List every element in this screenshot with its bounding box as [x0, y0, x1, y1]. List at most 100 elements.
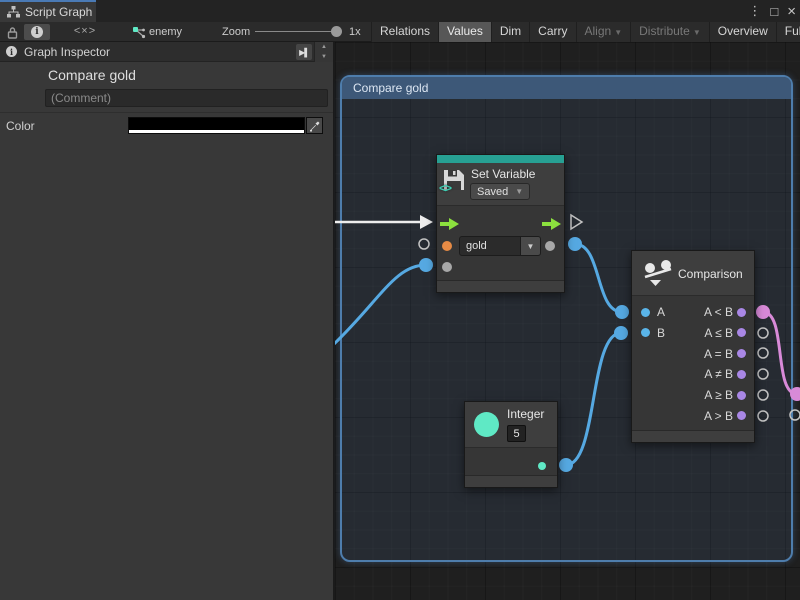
comparison-row: A A < B — [632, 302, 754, 323]
graph-toolbar: i <×> enemy Zoom 1x Relations Values Dim… — [0, 22, 800, 42]
node-header[interactable]: Comparison — [632, 251, 754, 296]
title-bar: Script Graph ⋮ □ × — [0, 0, 800, 22]
output-port-a-greatereq-b[interactable] — [737, 391, 746, 400]
zoom-slider-knob[interactable] — [331, 26, 342, 37]
chevron-down-icon: ▼ — [614, 28, 622, 37]
comment-input[interactable] — [45, 89, 328, 107]
node-footer — [465, 475, 557, 487]
scroll-up-icon: ▲ — [315, 42, 333, 52]
comparison-row: A ≥ B — [632, 385, 754, 406]
info-icon: i — [6, 46, 17, 57]
group-header[interactable]: Compare gold — [342, 77, 791, 99]
variable-scope-dropdown[interactable]: Saved ▼ — [470, 183, 530, 200]
overview-button[interactable]: Overview — [709, 22, 776, 42]
graph-path-icon — [132, 26, 146, 39]
node-header[interactable]: Integer 5 — [465, 402, 557, 448]
graph-path-breadcrumb[interactable]: enemy — [149, 26, 182, 38]
color-swatch[interactable] — [128, 117, 305, 134]
node-integer-literal[interactable]: Integer 5 — [464, 401, 558, 488]
eyedropper-button[interactable] — [306, 117, 323, 134]
output-port-a-neq-b[interactable] — [737, 370, 746, 379]
chevron-down-icon: ▼ — [515, 187, 523, 196]
tab-script-graph[interactable]: Script Graph — [0, 0, 96, 22]
comparison-row: A ≠ B — [632, 364, 754, 385]
fullscreen-button[interactable]: Full Screen — [776, 22, 800, 42]
alpha-bar — [129, 130, 304, 133]
variable-name-port[interactable] — [442, 241, 452, 251]
input-label: B — [657, 326, 665, 340]
node-title: Set Variable — [471, 167, 535, 181]
node-title: Integer — [507, 407, 544, 421]
node-body: gold ▼ — [437, 205, 564, 282]
graph-title: Compare gold — [48, 67, 136, 83]
zoom-value: 1x — [349, 26, 361, 38]
panel-scroll-spinner[interactable]: ▲ ▼ — [314, 42, 333, 62]
output-port-a-eq-b[interactable] — [737, 349, 746, 358]
variable-code-icon: <> — [439, 181, 451, 195]
node-set-variable[interactable]: <> Set Variable Saved ▼ gold ▼ — [436, 154, 565, 293]
align-dropdown-button[interactable]: Align▼ — [576, 22, 631, 42]
output-label: A ≥ B — [704, 388, 733, 402]
dock-panel-icon[interactable]: ▶▌ — [296, 44, 312, 60]
output-label: A ≠ B — [704, 367, 733, 381]
inspector-header: i Graph Inspector ▶▌ ▲ ▼ — [0, 42, 333, 62]
integer-value-input[interactable]: 5 — [507, 425, 526, 442]
node-comparison[interactable]: Comparison A A < B B A ≤ B A = B — [631, 250, 755, 443]
output-port-a-less-b[interactable] — [737, 308, 746, 317]
inspector-title: Graph Inspector — [24, 45, 110, 59]
chevron-down-icon: ▼ — [693, 28, 701, 37]
comparison-row: A = B — [632, 344, 754, 365]
window-controls: ⋮ □ × — [748, 0, 796, 22]
node-accent-bar — [437, 155, 564, 163]
comparison-scale-icon — [644, 260, 673, 287]
output-label: A > B — [704, 409, 733, 423]
close-icon[interactable]: × — [787, 3, 796, 20]
distribute-dropdown-button[interactable]: Distribute▼ — [630, 22, 709, 42]
maximize-icon[interactable]: □ — [770, 4, 778, 19]
input-port-b[interactable] — [641, 328, 650, 337]
toolbar-buttons: Relations Values Dim Carry Align▼ Distri… — [371, 22, 800, 42]
output-port-a-greater-b[interactable] — [737, 411, 746, 420]
node-title: Comparison — [678, 267, 743, 281]
eyedropper-icon — [309, 120, 321, 132]
lock-icon[interactable] — [6, 26, 19, 39]
values-button[interactable]: Values — [438, 22, 491, 42]
output-label: A < B — [704, 305, 733, 319]
comparison-row: A > B — [632, 406, 754, 427]
input-label: A — [657, 305, 665, 319]
output-label: A = B — [704, 347, 733, 361]
output-port-a-lesseq-b[interactable] — [737, 328, 746, 337]
tab-label: Script Graph — [25, 5, 92, 19]
dim-button[interactable]: Dim — [491, 22, 529, 42]
graph-inspector-panel: i Graph Inspector ▶▌ ▲ ▼ Compare gold Co… — [0, 42, 335, 600]
output-label: A ≤ B — [704, 326, 733, 340]
code-view-icon[interactable]: <×> — [68, 25, 102, 37]
value-out-port[interactable] — [545, 241, 555, 251]
comparison-row: B A ≤ B — [632, 323, 754, 344]
group-title: Compare gold — [353, 81, 428, 95]
value-in-port[interactable] — [442, 262, 452, 272]
graph-canvas[interactable]: Compare gold — [335, 42, 800, 600]
variable-name-dropdown[interactable]: gold ▼ — [459, 236, 541, 256]
integer-out-port[interactable] — [538, 462, 546, 470]
zoom-label: Zoom — [222, 26, 250, 38]
flow-out-port[interactable] — [542, 218, 561, 230]
inspector-toggle-button[interactable]: i — [24, 24, 50, 40]
script-graph-icon — [7, 6, 20, 18]
chevron-down-icon[interactable]: ▼ — [521, 236, 541, 256]
carry-button[interactable]: Carry — [529, 22, 575, 42]
relations-button[interactable]: Relations — [371, 22, 438, 42]
color-field-label: Color — [6, 119, 35, 133]
node-header[interactable]: <> Set Variable Saved ▼ — [437, 163, 564, 205]
input-port-a[interactable] — [641, 308, 650, 317]
node-footer — [632, 430, 754, 442]
zoom-slider[interactable] — [255, 31, 339, 32]
info-icon: i — [31, 26, 43, 38]
window-menu-icon[interactable]: ⋮ — [748, 3, 761, 19]
flow-in-port[interactable] — [440, 218, 459, 230]
integer-type-icon — [474, 412, 499, 437]
node-footer — [437, 280, 564, 292]
scroll-down-icon: ▼ — [315, 52, 333, 62]
node-body: A A < B B A ≤ B A = B A ≠ B — [632, 296, 754, 427]
unity-script-graph-window: Script Graph ⋮ □ × i <×> enemy Zoom 1x R… — [0, 0, 800, 600]
